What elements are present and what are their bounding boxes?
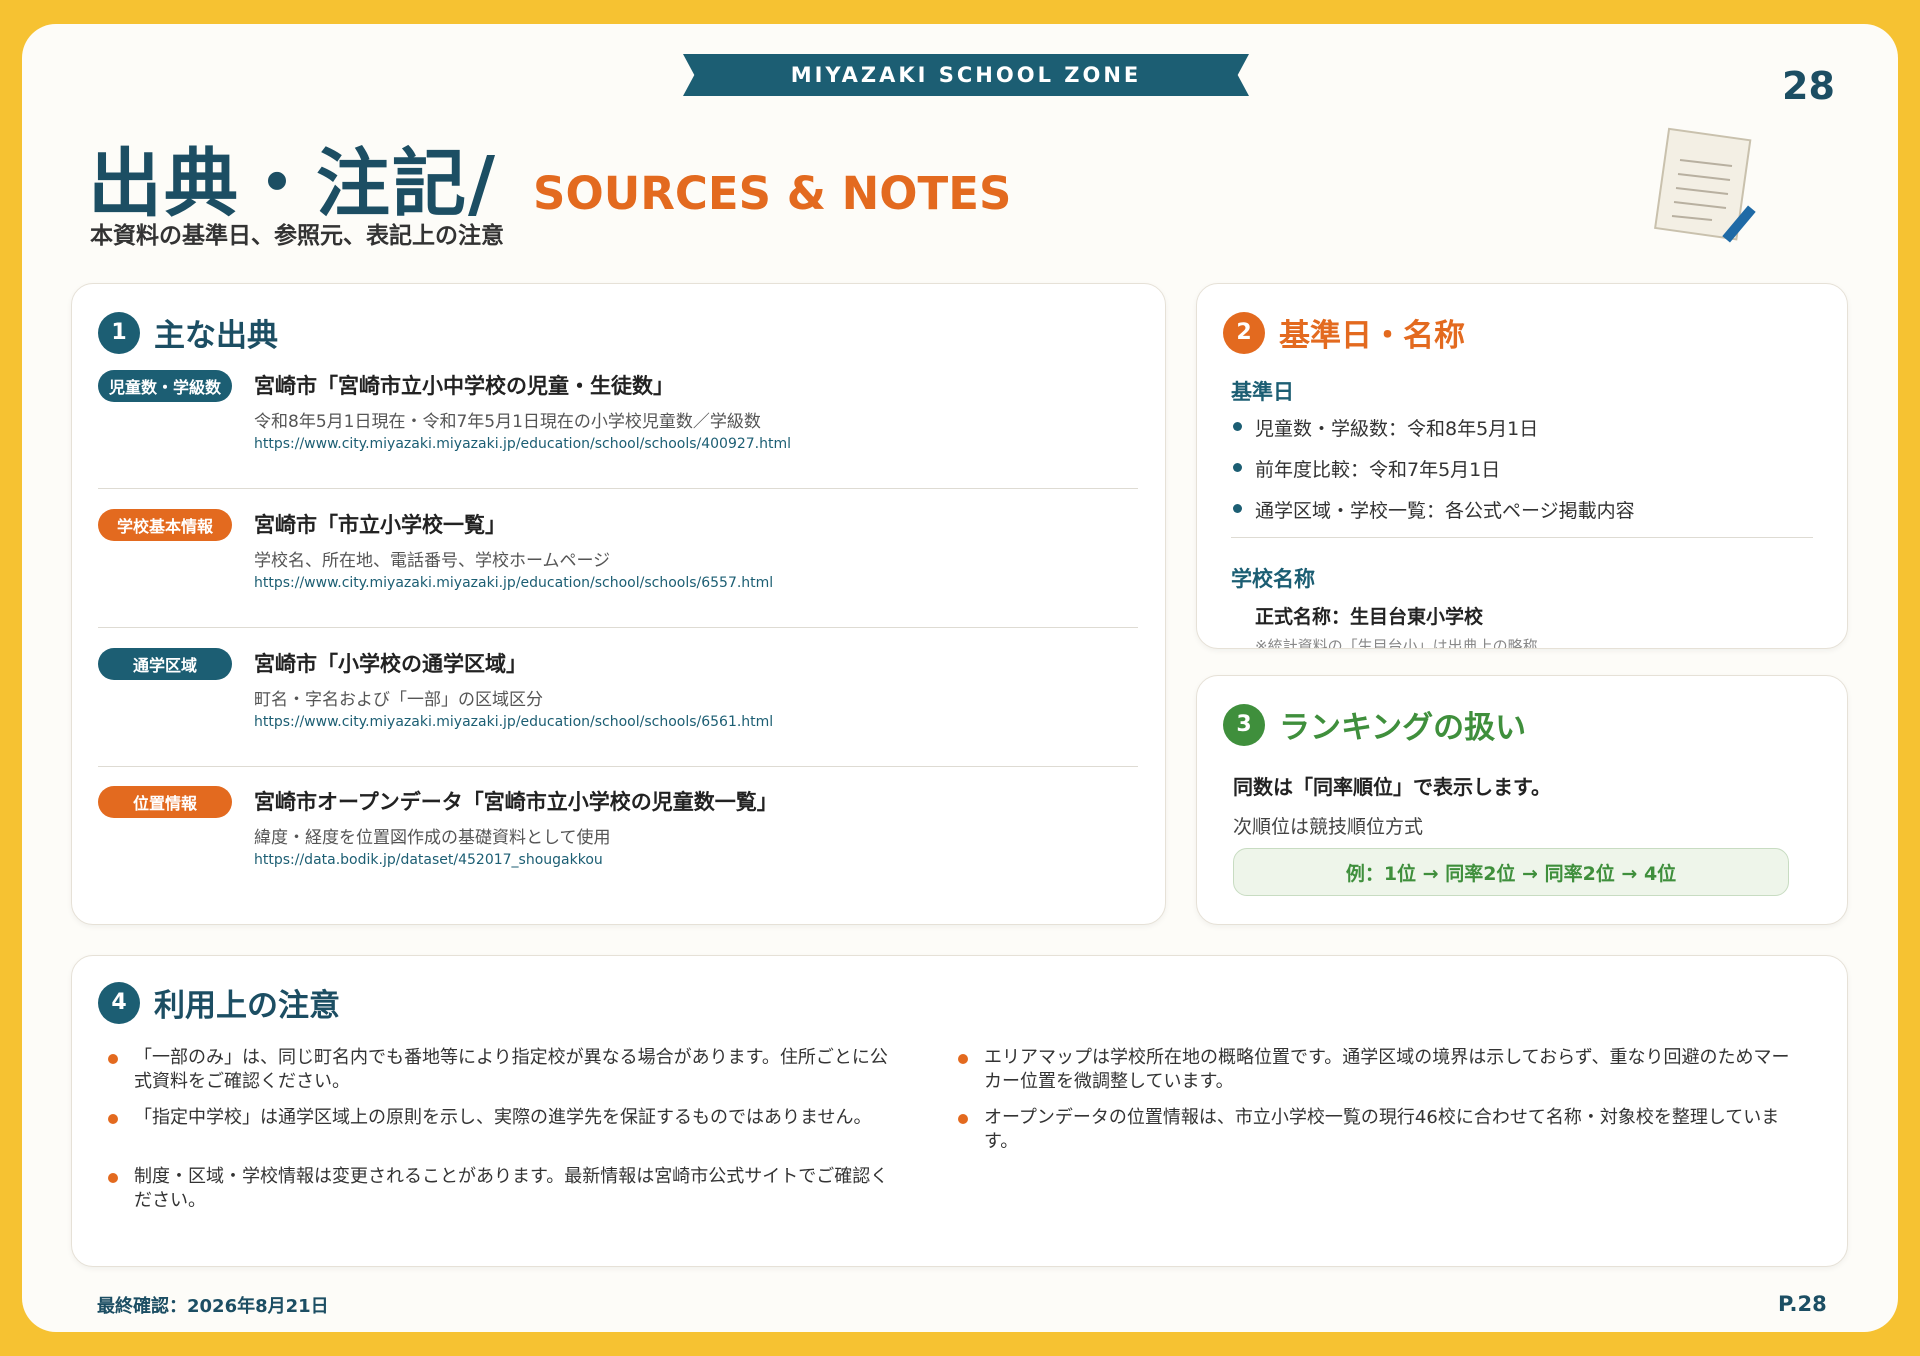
divider bbox=[1231, 537, 1813, 538]
ranking-card: 3 ランキングの扱い 同数は「同率順位」で表示します。 次順位は競技順位方式 例… bbox=[1196, 675, 1848, 925]
notes-card: 4 利用上の注意 「一部のみ」は、同じ町名内でも番地等により指定校が異なる場合が… bbox=[71, 955, 1848, 1267]
notes-header: 4 利用上の注意 bbox=[98, 980, 340, 1025]
footer-page-number: P.28 bbox=[1778, 1292, 1827, 1316]
source-title: 宮崎市「市立小学校一覧」 bbox=[254, 513, 506, 537]
ranking-header: 3 ランキングの扱い bbox=[1223, 702, 1526, 747]
divider bbox=[98, 627, 1138, 628]
sources-card: 1 主な出典 児童数・学級数 宮崎市「宮崎市立小中学校の児童・生徒数」 令和8年… bbox=[71, 283, 1166, 925]
note-item: 「一部のみ」は、同じ町名内でも番地等により指定校が異なる場合があります。住所ごと… bbox=[108, 1046, 894, 1094]
source-desc: 令和8年5月1日現在・令和7年5月1日現在の小学校児童数／学級数 bbox=[254, 412, 761, 432]
source-title: 宮崎市「小学校の通学区域」 bbox=[254, 652, 527, 676]
source-tag: 学校基本情報 bbox=[98, 509, 232, 541]
ranking-method: 次順位は競技順位方式 bbox=[1233, 816, 1424, 838]
name-note: ※統計資料の「生目台小」は出典上の略称 bbox=[1255, 637, 1538, 649]
divider bbox=[98, 488, 1138, 489]
source-link[interactable]: https://www.city.miyazaki.miyazaki.jp/ed… bbox=[254, 436, 791, 452]
source-desc: 学校名、所在地、電話番号、学校ホームページ bbox=[254, 551, 611, 571]
sources-header: 1 主な出典 bbox=[98, 310, 278, 355]
section-number: 1 bbox=[98, 311, 140, 354]
source-link[interactable]: https://www.city.miyazaki.miyazaki.jp/ed… bbox=[254, 575, 773, 591]
note-item: 「指定中学校」は通学区域上の原則を示し、実際の進学先を保証するものではありません… bbox=[108, 1106, 894, 1130]
basis-date-item: 児童数・学級数：令和8年5月1日 bbox=[1232, 414, 1538, 441]
source-tag: 位置情報 bbox=[98, 786, 232, 818]
section-number: 4 bbox=[98, 981, 140, 1024]
note-item: オープンデータの位置情報は、市立小学校一覧の現行46校に合わせて名称・対象校を整… bbox=[958, 1106, 1804, 1154]
basis-date-heading: 基準日 bbox=[1231, 380, 1294, 404]
page-title: 出典・注記/ SOURCES & NOTES bbox=[88, 124, 1011, 231]
source-title: 宮崎市「宮崎市立小中学校の児童・生徒数」 bbox=[254, 374, 674, 398]
ranking-example: 例：1位 → 同率2位 → 同率2位 → 4位 bbox=[1233, 848, 1789, 896]
page-number: 28 bbox=[1782, 64, 1835, 108]
section-title: 利用上の注意 bbox=[154, 988, 340, 1024]
zone-banner: MIYAZAKI SCHOOL ZONE bbox=[683, 54, 1249, 96]
section-number: 2 bbox=[1223, 311, 1265, 354]
official-name: 正式名称：生目台東小学校 bbox=[1255, 606, 1484, 628]
title-en: SOURCES & NOTES bbox=[533, 167, 1012, 220]
source-link[interactable]: https://www.city.miyazaki.miyazaki.jp/ed… bbox=[254, 714, 773, 730]
source-desc: 町名・字名および「一部」の区域区分 bbox=[254, 690, 543, 710]
last-checked-date: 最終確認：2026年8月21日 bbox=[97, 1296, 329, 1317]
section-number: 3 bbox=[1223, 703, 1265, 746]
basis-card: 2 基準日・名称 基準日 児童数・学級数：令和8年5月1日 前年度比較：令和7年… bbox=[1196, 283, 1848, 649]
source-desc: 緯度・経度を位置図作成の基礎資料として使用 bbox=[254, 828, 611, 848]
basis-date-item: 前年度比較：令和7年5月1日 bbox=[1232, 455, 1500, 482]
basis-header: 2 基準日・名称 bbox=[1223, 310, 1465, 355]
school-name-heading: 学校名称 bbox=[1231, 567, 1315, 591]
note-item: エリアマップは学校所在地の概略位置です。通学区域の境界は示しておらず、重なり回避… bbox=[958, 1046, 1804, 1094]
note-item: 制度・区域・学校情報は変更されることがあります。最新情報は宮崎市公式サイトでご確… bbox=[108, 1165, 894, 1213]
source-tag: 通学区域 bbox=[98, 648, 232, 680]
ranking-rule: 同数は「同率順位」で表示します。 bbox=[1233, 775, 1551, 799]
title-jp: 出典・注記/ bbox=[88, 141, 498, 227]
source-title: 宮崎市オープンデータ「宮崎市立小学校の児童数一覧」 bbox=[254, 790, 778, 814]
notepad-pencil-icon bbox=[1654, 127, 1756, 243]
section-title: 基準日・名称 bbox=[1279, 318, 1465, 354]
source-tag: 児童数・学級数 bbox=[98, 370, 232, 402]
basis-date-item: 通学区域・学校一覧：各公式ページ掲載内容 bbox=[1233, 496, 1635, 523]
page-subtitle: 本資料の基準日、参照元、表記上の注意 bbox=[90, 223, 504, 249]
section-title: ランキングの扱い bbox=[1279, 710, 1527, 746]
section-title: 主な出典 bbox=[154, 318, 278, 354]
source-link[interactable]: https://data.bodik.jp/dataset/452017_sho… bbox=[254, 852, 603, 868]
divider bbox=[98, 766, 1138, 767]
